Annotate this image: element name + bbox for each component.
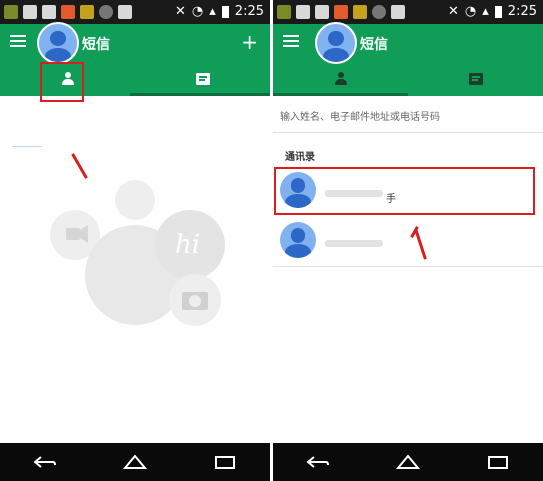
notification-icon bbox=[118, 5, 132, 19]
status-right: ✕ ◔ ▴ 2:25 bbox=[175, 4, 264, 19]
mute-icon: ✕ bbox=[448, 4, 459, 19]
battery-percent-icon bbox=[372, 5, 386, 19]
illustration-hi-text: hi bbox=[175, 230, 200, 260]
contact-avatar bbox=[280, 222, 316, 258]
search-divider bbox=[273, 132, 543, 133]
signal-icon: ▴ bbox=[482, 4, 489, 19]
person-icon bbox=[334, 72, 348, 86]
battery-icon bbox=[221, 5, 229, 18]
notification-icon bbox=[315, 5, 329, 19]
contacts-divider bbox=[273, 266, 543, 267]
menu-icon[interactable] bbox=[10, 35, 26, 47]
status-time: 2:25 bbox=[234, 4, 264, 19]
notification-icon bbox=[42, 5, 56, 19]
highlight-box bbox=[274, 167, 535, 215]
message-icon bbox=[468, 73, 483, 85]
profile-avatar[interactable] bbox=[37, 22, 79, 64]
battery-icon bbox=[494, 5, 502, 18]
app-title: 短信 bbox=[360, 37, 388, 53]
navigation-bar bbox=[0, 443, 270, 481]
mute-icon: ✕ bbox=[175, 4, 186, 19]
notification-icon bbox=[391, 5, 405, 19]
add-icon[interactable]: + bbox=[241, 30, 258, 54]
app-bar: 短信 bbox=[273, 22, 543, 96]
tab-conversations[interactable] bbox=[135, 62, 270, 96]
wifi-icon: ◔ bbox=[191, 4, 204, 19]
status-bar: ✕ ◔ ▴ 2:25 bbox=[0, 0, 270, 24]
gallery-icon bbox=[296, 5, 310, 19]
status-bar: ✕ ◔ ▴ 2:25 bbox=[273, 0, 543, 24]
home-icon[interactable] bbox=[123, 455, 147, 469]
tab-contacts[interactable] bbox=[273, 62, 408, 96]
tab-indicator bbox=[273, 93, 408, 96]
navigation-bar bbox=[273, 443, 543, 481]
recents-icon[interactable] bbox=[213, 455, 237, 469]
section-title-contacts: 通讯录 bbox=[285, 152, 315, 163]
wifi-icon: ◔ bbox=[464, 4, 477, 19]
recipient-search-input[interactable]: 输入姓名、电子邮件地址或电话号码 bbox=[280, 108, 440, 123]
signal-icon: ▴ bbox=[209, 4, 216, 19]
back-icon[interactable] bbox=[33, 455, 57, 469]
back-icon[interactable] bbox=[306, 455, 330, 469]
notification-icon bbox=[277, 5, 291, 19]
app-icon bbox=[353, 5, 367, 19]
tab-indicator bbox=[130, 93, 270, 96]
notification-icons bbox=[4, 5, 132, 19]
app-icon bbox=[334, 5, 348, 19]
empty-state-illustration: hi bbox=[12, 146, 225, 326]
notification-icons bbox=[277, 5, 405, 19]
highlight-box bbox=[40, 62, 84, 102]
message-icon bbox=[195, 73, 210, 85]
gallery-icon bbox=[23, 5, 37, 19]
battery-percent-icon bbox=[99, 5, 113, 19]
menu-icon[interactable] bbox=[283, 35, 299, 47]
left-phone-screen: ✕ ◔ ▴ 2:25 短信 + hi bbox=[0, 0, 270, 481]
right-phone-screen: ✕ ◔ ▴ 2:25 短信 输入姓名、电子邮件地址或电话号码 通讯录 手 bbox=[273, 0, 543, 481]
app-icon bbox=[61, 5, 75, 19]
tab-conversations[interactable] bbox=[408, 62, 543, 96]
app-title: 短信 bbox=[82, 37, 110, 53]
notification-icon bbox=[4, 5, 18, 19]
status-time: 2:25 bbox=[507, 4, 537, 19]
app-icon bbox=[80, 5, 94, 19]
recents-icon[interactable] bbox=[486, 455, 510, 469]
profile-avatar[interactable] bbox=[315, 22, 357, 64]
home-icon[interactable] bbox=[396, 455, 420, 469]
contact-name-obscured bbox=[325, 240, 383, 247]
status-right: ✕ ◔ ▴ 2:25 bbox=[448, 4, 537, 19]
contact-row[interactable] bbox=[273, 218, 543, 264]
